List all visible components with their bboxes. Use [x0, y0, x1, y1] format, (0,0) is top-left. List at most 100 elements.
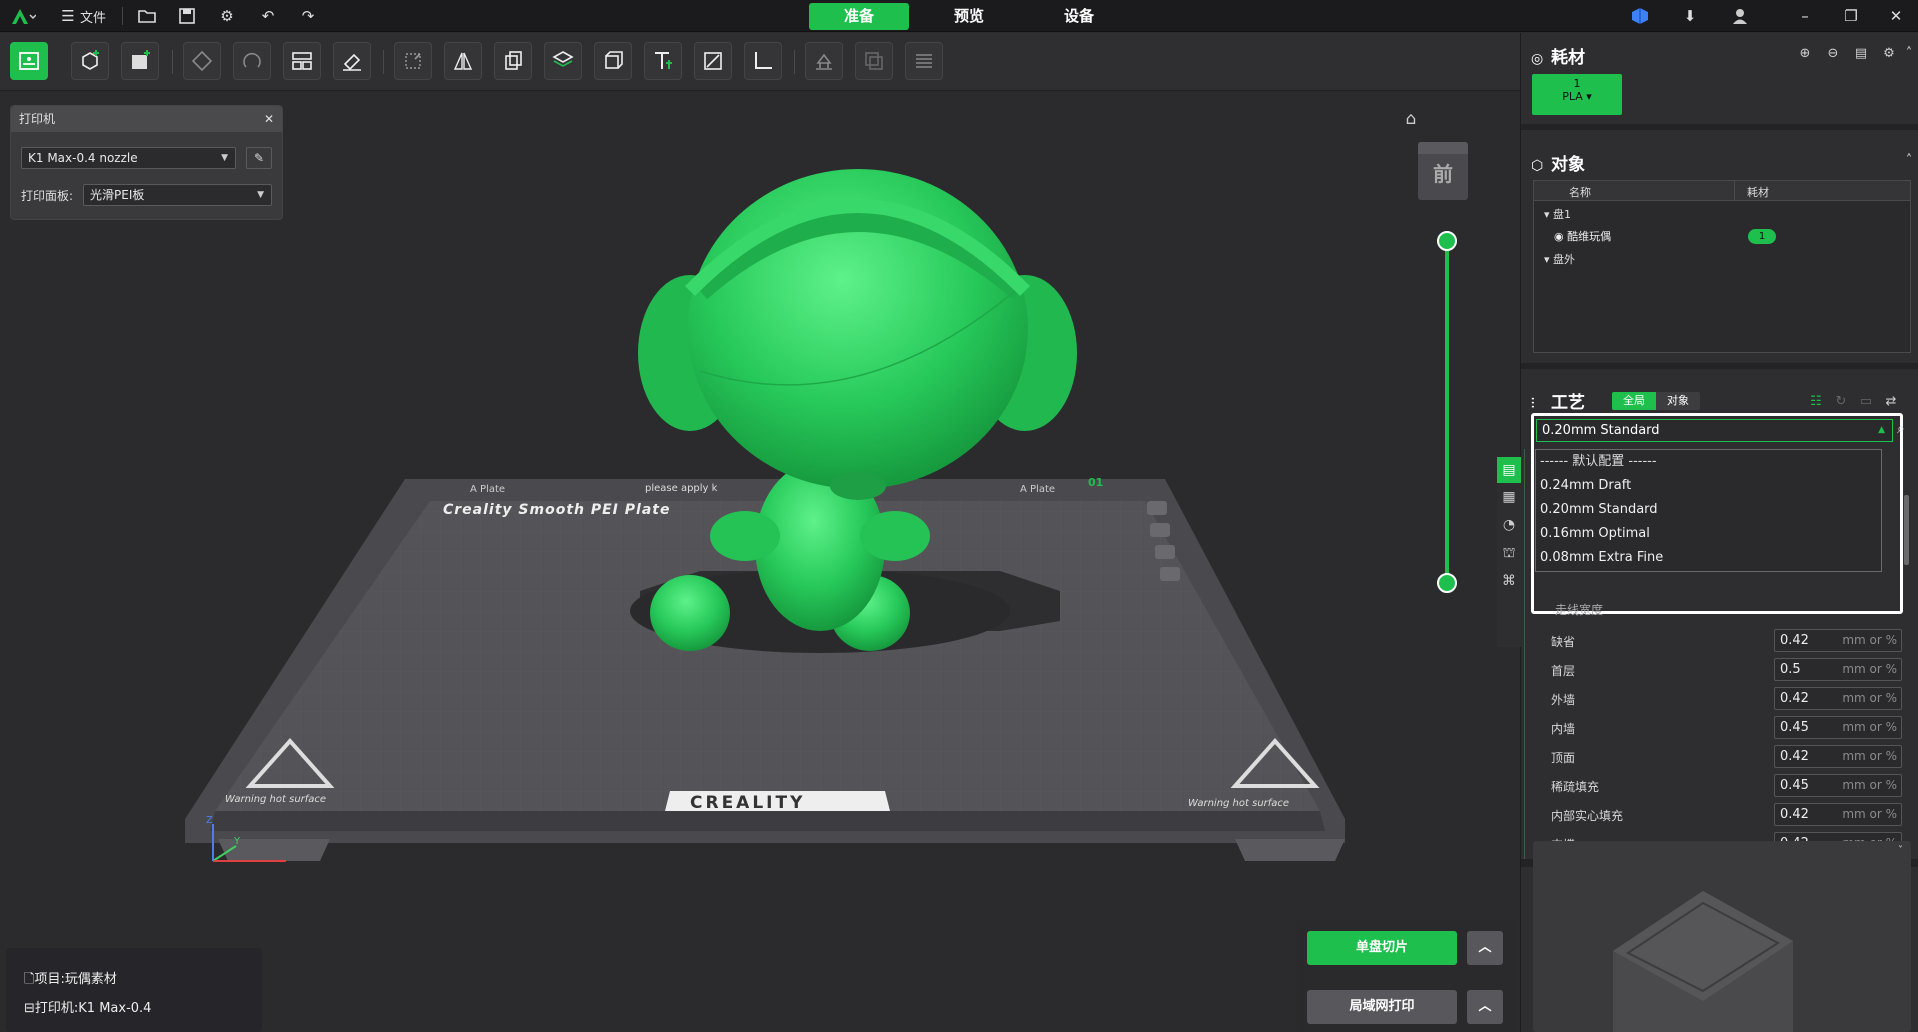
speed-category-icon[interactable]: ◔ [1497, 511, 1521, 539]
objects-section-title: ⬡ 对象 [1531, 155, 1585, 175]
quality-category-icon[interactable]: ▤ [1497, 457, 1521, 483]
setting-input-outer-wall[interactable]: 0.42 mm or % [1774, 687, 1902, 710]
remove-filament-icon[interactable]: ⊖ [1825, 46, 1841, 62]
list-view-icon[interactable]: ☷ [1808, 394, 1824, 410]
profile-option-draft[interactable]: 0.24mm Draft [1536, 474, 1881, 498]
close-window-icon[interactable]: ✕ [1886, 6, 1906, 26]
support-paint-button[interactable] [805, 42, 843, 80]
print-options-button[interactable]: ︿ [1467, 990, 1503, 1024]
save-icon[interactable] [177, 6, 197, 26]
close-icon[interactable]: ✕ [264, 106, 274, 132]
home-view-icon[interactable]: ⌂ [1401, 109, 1421, 129]
seam-paint-button[interactable] [694, 42, 732, 80]
separator [172, 50, 173, 74]
filament-slot-1[interactable]: 1 PLA ▾ [1532, 74, 1622, 115]
scale-button[interactable] [394, 42, 432, 80]
object-filament-badge[interactable]: 1 [1748, 229, 1776, 244]
hollow-button[interactable] [594, 42, 632, 80]
file-menu[interactable]: 文件 [80, 7, 106, 26]
save-profile-icon[interactable]: ▭ [1858, 394, 1874, 410]
printer-select[interactable]: K1 Max-0.4 nozzle ▼ [21, 147, 236, 169]
edit-printer-button[interactable]: ✎ [246, 147, 272, 169]
3d-viewport[interactable]: Creality Smooth PEI Plate A Plate A Plat… [0, 91, 1520, 1032]
assembly-button[interactable] [905, 42, 943, 80]
slice-options-button[interactable]: ︿ [1467, 931, 1503, 965]
profile-option-header: ------ 默认配置 ------ [1540, 454, 1657, 469]
tab-device[interactable]: 设备 [1029, 3, 1129, 30]
object-list-header: 名称 耗材 [1534, 181, 1910, 201]
profile-option-standard[interactable]: 0.20mm Standard [1536, 498, 1881, 522]
setting-input-sparse-infill[interactable]: 0.45 mm or % [1774, 774, 1902, 797]
add-plate-button[interactable] [121, 42, 159, 80]
paint-button[interactable] [333, 42, 371, 80]
profile-option-optimal[interactable]: 0.16mm Optimal [1536, 522, 1881, 546]
search-icon[interactable]: ⌕ [1897, 421, 1915, 439]
edit-filament-icon[interactable]: ▤ [1853, 46, 1869, 62]
tree-plate-1[interactable]: ▾ 盘1 [1544, 206, 1571, 222]
profile-option-extra-fine[interactable]: 0.08mm Extra Fine [1536, 546, 1881, 570]
auto-orient-button[interactable] [183, 42, 221, 80]
redo-icon[interactable]: ↷ [298, 6, 318, 26]
process-profile-select[interactable]: 0.20mm Standard ▲ [1536, 419, 1893, 442]
process-section-title: ⫶ 工艺 [1531, 393, 1585, 413]
setting-input-default[interactable]: 0.42 mm or % [1774, 629, 1902, 652]
plate-view-button[interactable] [10, 42, 48, 80]
settings-scrollbar[interactable] [1904, 495, 1909, 565]
process-profile-value: 0.20mm Standard [1542, 423, 1660, 438]
split-button[interactable] [494, 42, 532, 80]
strength-category-icon[interactable]: ▦ [1497, 483, 1521, 511]
chevron-up-icon: ▲ [1878, 425, 1885, 435]
tab-process-global[interactable]: 全局 [1612, 392, 1656, 410]
add-model-button[interactable] [71, 42, 109, 80]
layers-button[interactable] [544, 42, 582, 80]
list-icon [916, 54, 932, 68]
model-store-icon[interactable] [1630, 6, 1650, 26]
compare-icon[interactable]: ⇄ [1883, 394, 1899, 410]
download-icon[interactable]: ⬇ [1680, 6, 1700, 26]
text-icon [655, 52, 672, 69]
layer-slider-bottom-handle [1437, 573, 1457, 593]
lan-print-button[interactable]: 局域网打印 [1307, 990, 1457, 1024]
plate-type-select[interactable]: 光滑PEI板 ▼ [83, 184, 272, 206]
menu-icon[interactable]: ☰ [58, 6, 78, 26]
plate-stack-graphic [1613, 891, 1793, 1032]
collapse-icon[interactable]: ˄ [1901, 46, 1917, 62]
setting-input-internal-solid-infill[interactable]: 0.42 mm or % [1774, 803, 1902, 826]
add-filament-icon[interactable]: ⊕ [1797, 46, 1813, 62]
settings-gear-icon[interactable]: ⚙ [217, 6, 237, 26]
tab-prepare[interactable]: 准备 [809, 3, 909, 30]
measure-button[interactable] [744, 42, 782, 80]
tree-outside-plate[interactable]: ▾ 盘外 [1544, 251, 1575, 267]
open-folder-icon[interactable] [137, 6, 157, 26]
tree-object-1[interactable]: ◉ 酷维玩偶 [1554, 228, 1611, 244]
undo-icon[interactable]: ↶ [258, 6, 278, 26]
lay-on-face-button[interactable] [233, 42, 271, 80]
tab-process-object[interactable]: 对象 [1656, 392, 1700, 410]
eye-icon[interactable]: ◉ [1554, 230, 1564, 243]
arrange-button[interactable] [283, 42, 321, 80]
eraser-icon [343, 53, 361, 71]
chevron-up-icon: ︿ [1478, 999, 1492, 1014]
slice-plate-button[interactable]: 单盘切片 [1307, 931, 1457, 965]
support-category-icon[interactable]: ⛫ [1497, 539, 1521, 567]
divider [1521, 363, 1918, 369]
boolean-button[interactable] [855, 42, 893, 80]
line-width-section-partial: 走线宽度 [1555, 603, 1604, 617]
others-category-icon[interactable]: ⌘ [1497, 567, 1521, 595]
app-logo-icon[interactable] [10, 6, 37, 26]
mirror-button[interactable] [444, 42, 482, 80]
reset-icon[interactable]: ↻ [1833, 394, 1849, 410]
setting-input-inner-wall[interactable]: 0.45 mm or % [1774, 716, 1902, 739]
minimize-icon[interactable]: – [1795, 6, 1815, 26]
collapse-icon[interactable]: ˄ [1901, 153, 1917, 169]
filament-settings-icon[interactable]: ⚙ [1881, 46, 1897, 62]
view-cube[interactable]: 前 [1418, 142, 1468, 200]
tab-preview[interactable]: 预览 [919, 3, 1019, 30]
setting-input-top-surface[interactable]: 0.42 mm or % [1774, 745, 1902, 768]
restore-icon[interactable]: ❐ [1841, 6, 1861, 26]
filament-slot-number: 1 [1573, 77, 1581, 90]
setting-input-first-layer[interactable]: 0.5 mm or % [1774, 658, 1902, 681]
text-button[interactable] [644, 42, 682, 80]
filament-slot-type: PLA ▾ [1562, 90, 1592, 103]
user-avatar-icon[interactable] [1730, 6, 1750, 26]
